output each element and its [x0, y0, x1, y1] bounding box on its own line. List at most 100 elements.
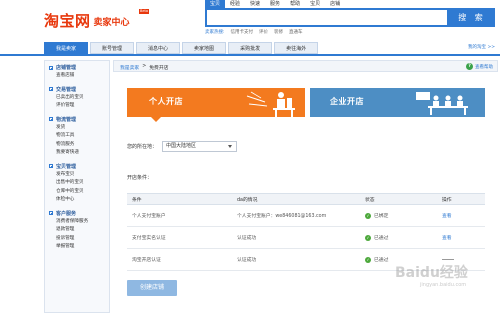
location-label: 您的所在地：	[127, 144, 158, 150]
logo-sub-text: 卖家中心	[93, 18, 130, 28]
no-action-dash	[442, 259, 454, 260]
sidebar-heading[interactable]: 客户服务	[45, 209, 109, 218]
sidebar-group-items: 宝贝管理 发布宝贝 出售中的宝贝 仓库中的宝贝 体检中心	[45, 162, 109, 205]
detail-cell: 认证成功	[237, 258, 257, 263]
sidebar-item[interactable]: 查看店铺	[45, 72, 109, 81]
check-icon: ✓	[365, 234, 371, 241]
condition-cell: 淘宝开店认证	[132, 258, 161, 263]
search-button[interactable]: 搜 索	[449, 8, 495, 27]
collapse-icon	[49, 211, 53, 215]
sidebar-heading[interactable]: 店铺管理	[45, 63, 109, 72]
sidebar-group-shop: 店铺管理 查看店铺	[45, 63, 109, 81]
collapse-icon	[49, 117, 53, 121]
sidebar-item[interactable]: 消费者保障服务	[45, 218, 109, 227]
table-header: 条件 da的情况 状态 操作	[127, 193, 485, 205]
condition-cell: 个人支付宝账户	[132, 214, 166, 219]
nav-item-seller-map[interactable]: 卖家地图	[182, 42, 227, 54]
view-link[interactable]: 查看	[442, 212, 452, 219]
sidebar-group-service: 客户服务 消费者保障服务 退款管理 投诉管理 举报管理	[45, 209, 109, 252]
search-tab-2[interactable]: 快速	[245, 0, 265, 8]
beta-badge: Beta	[139, 9, 150, 14]
sidebar-group-logistics: 物流管理 发货 物流工具 物流服务 我要寄快递	[45, 115, 109, 158]
sidebar-item[interactable]: 发布宝贝	[45, 171, 109, 180]
nav-item-messages[interactable]: 消息中心	[136, 42, 181, 54]
create-shop-button[interactable]: 创建店铺	[127, 280, 177, 296]
collapse-icon	[49, 65, 53, 70]
search-tab-0[interactable]: 宝贝	[205, 0, 226, 8]
column-header-condition: 条件	[132, 197, 142, 203]
sidebar-item[interactable]: 仓库中的宝贝	[45, 188, 109, 197]
hot-item[interactable]: 装修	[274, 30, 283, 36]
sidebar-item[interactable]: 发货	[45, 124, 109, 133]
personal-shop-label: 个人开店	[149, 97, 183, 106]
search-tab-6[interactable]: 店铺	[325, 0, 345, 8]
breadcrumb-bar: 我是卖家 > 免费开店 ? 查看帮助	[113, 60, 498, 72]
detail-cell: 个人支付宝账户：we846081@163.com	[237, 214, 327, 219]
sidebar-heading[interactable]: 宝贝管理	[45, 162, 109, 171]
sidebar-item[interactable]: 出售中的宝贝	[45, 179, 109, 188]
baidu-watermark: Baidu经验	[395, 265, 468, 281]
nav-item-seller[interactable]: 我是卖家	[44, 42, 89, 54]
detail-cell: 认证成功	[237, 236, 257, 241]
table-row: 个人支付宝账户 个人支付宝账户：we846081@163.com ✓ 已绑定 查…	[127, 205, 485, 227]
hot-item[interactable]: 直通车	[289, 30, 303, 36]
nav-item-overseas[interactable]: 卖往海外	[274, 42, 319, 54]
search-tab-1[interactable]: 经验	[225, 0, 245, 8]
enterprise-shop-label: 企业开店	[330, 97, 364, 106]
nav-item-wholesale[interactable]: 采购批发	[228, 42, 273, 54]
sidebar-heading[interactable]: 物流管理	[45, 115, 109, 124]
view-link[interactable]: 查看	[442, 234, 452, 241]
collapse-icon	[49, 164, 53, 168]
hot-searches: 卖家热搜: 信用卡支付 评价 装修 直通车	[205, 30, 303, 36]
action-cell: 查看	[437, 227, 485, 248]
search-tab-5[interactable]: 宝贝	[305, 0, 325, 8]
search-tab-3[interactable]: 服务	[265, 0, 285, 8]
baidu-watermark-url: jingyan.baidu.com	[420, 282, 467, 288]
search-input[interactable]	[205, 8, 449, 27]
sidebar-item[interactable]: 物流服务	[45, 141, 109, 150]
location-value: 中国大陆地区	[166, 143, 197, 149]
breadcrumb-separator: >	[142, 64, 147, 69]
sidebar-item[interactable]: 物流工具	[45, 132, 109, 141]
status-cell: ✓ 已绑定	[360, 205, 437, 226]
selected-arrow-icon	[151, 117, 161, 122]
help-icon: ?	[466, 63, 473, 70]
help-link[interactable]: ? 查看帮助	[466, 63, 493, 70]
breadcrumb: 我是卖家 > 免费开店	[120, 64, 168, 71]
taobao-logo[interactable]: 淘宝网 卖家中心 Beta	[44, 9, 150, 29]
check-icon: ✓	[365, 256, 371, 263]
search-tabs: 宝贝 经验 快速 服务 帮助 宝贝 店铺	[205, 0, 345, 8]
sidebar-heading[interactable]: 交易管理	[45, 85, 109, 94]
collapse-icon	[49, 87, 53, 91]
status-text: 已通过	[374, 258, 389, 263]
sidebar-item[interactable]: 评价管理	[45, 102, 109, 111]
person-at-desk-icon	[246, 91, 295, 117]
sidebar-item[interactable]: 体检中心	[45, 196, 109, 205]
my-taobao-link[interactable]: 我的淘宝 >>	[468, 44, 495, 50]
column-header-status: 状态	[365, 197, 375, 203]
sidebar: 店铺管理 查看店铺 交易管理 已卖出的宝贝 评价管理 物流管理 发货 物流工具 …	[44, 60, 110, 313]
personal-shop-banner[interactable]: 个人开店	[127, 88, 305, 117]
column-header-detail: da的情况	[237, 197, 258, 203]
location-select[interactable]: 中国大陆地区	[162, 141, 238, 152]
header: 淘宝网 卖家中心 Beta 宝贝 经验 快速 服务 帮助 宝贝 店铺 搜 索 卖…	[0, 0, 500, 40]
nav-item-account[interactable]: 账号管理	[90, 42, 135, 54]
breadcrumb-root[interactable]: 我是卖家	[120, 64, 139, 71]
sidebar-item[interactable]: 举报管理	[45, 243, 109, 252]
check-icon: ✓	[365, 212, 371, 219]
status-cell: ✓ 已通过	[360, 227, 437, 248]
search-tab-4[interactable]: 帮助	[285, 0, 305, 8]
status-text: 已绑定	[374, 214, 389, 219]
sidebar-item[interactable]: 投诉管理	[45, 235, 109, 244]
page: 淘宝网 卖家中心 Beta 宝贝 经验 快速 服务 帮助 宝贝 店铺 搜 索 卖…	[0, 0, 500, 313]
status-text: 已通过	[374, 236, 389, 241]
enterprise-shop-banner[interactable]: 企业开店	[310, 88, 485, 117]
condition-cell: 支付宝实名认证	[132, 236, 166, 241]
hot-label: 卖家热搜:	[205, 30, 225, 35]
sidebar-item[interactable]: 已卖出的宝贝	[45, 94, 109, 103]
action-cell: 查看	[437, 205, 485, 226]
hot-item[interactable]: 评价	[259, 30, 268, 36]
sidebar-item[interactable]: 退款管理	[45, 226, 109, 235]
sidebar-item[interactable]: 我要寄快递	[45, 149, 109, 158]
hot-item[interactable]: 信用卡支付	[231, 30, 254, 36]
